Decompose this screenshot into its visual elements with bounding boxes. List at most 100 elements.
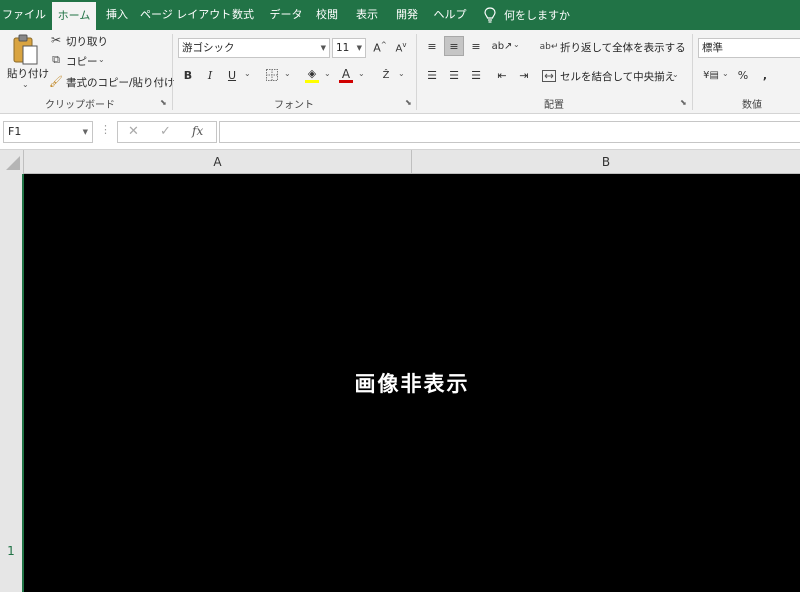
lightbulb-icon xyxy=(484,7,496,23)
formula-input[interactable] xyxy=(219,121,800,143)
insert-function-icon[interactable]: fx xyxy=(192,124,203,138)
ribbon-tab-bar: ファイル ホーム 挿入 ページ レイアウト 数式 データ 校閲 表示 開発 ヘル… xyxy=(0,0,800,30)
select-all-button[interactable] xyxy=(0,150,24,174)
cut-button[interactable]: 切り取り xyxy=(66,34,108,49)
merge-dropdown-icon[interactable]: ⌄ xyxy=(672,70,679,79)
increase-indent-button[interactable]: ⇥ xyxy=(514,65,534,85)
hidden-image-label: 画像非表示 xyxy=(354,372,470,396)
wrap-text-icon[interactable]: ab↵ xyxy=(540,38,559,56)
orientation-icon: ab↗ xyxy=(491,40,513,52)
tab-help[interactable]: ヘルプ xyxy=(430,0,470,30)
paste-icon[interactable] xyxy=(10,34,40,66)
copy-icon[interactable]: ⧉ xyxy=(49,53,63,67)
accounting-dropdown-icon[interactable]: ⌄ xyxy=(722,69,729,78)
font-color-icon: A xyxy=(341,66,351,81)
alignment-launcher-icon[interactable]: ⬊ xyxy=(680,98,687,107)
paste-dropdown-icon[interactable]: ⌄ xyxy=(22,80,29,89)
tell-me-box[interactable]: 何をしますか xyxy=(484,0,570,30)
align-right-button[interactable]: ☰ xyxy=(466,65,486,85)
paint-bucket-icon: ◈ xyxy=(307,66,317,80)
chevron-down-icon: ▼ xyxy=(82,128,88,136)
italic-button[interactable]: I xyxy=(200,65,220,85)
clipboard-group-label: クリップボード xyxy=(45,100,115,111)
fill-color-button[interactable]: ◈ xyxy=(302,65,322,85)
tell-me-label: 何をしますか xyxy=(504,9,570,22)
shrink-font-button[interactable]: Av xyxy=(391,38,411,58)
cancel-icon[interactable]: ✕ xyxy=(128,124,139,139)
scissors-icon[interactable]: ✂ xyxy=(49,33,63,47)
ribbon-home: 貼り付け ⌄ ✂ 切り取り ⧉ コピー ⌄ 🖌 書式のコピー/貼り付け クリップ… xyxy=(0,30,800,114)
font-name-value: 游ゴシック xyxy=(182,42,235,54)
font-name-combo[interactable]: 游ゴシック ▼ xyxy=(178,38,330,58)
borders-button[interactable] xyxy=(262,65,282,85)
copy-button[interactable]: コピー xyxy=(66,54,98,69)
currency-icon: ¥▤ xyxy=(703,69,719,81)
name-box[interactable]: F1 ▼ xyxy=(3,121,93,143)
column-header-a[interactable]: A xyxy=(24,150,412,174)
fill-color-swatch xyxy=(305,79,319,83)
orientation-dropdown-icon[interactable]: ⌄ xyxy=(513,40,520,49)
chevron-down-icon: ▼ xyxy=(320,44,326,52)
accounting-format-button[interactable]: ¥▤ xyxy=(698,65,724,85)
name-box-value: F1 xyxy=(8,125,22,138)
tab-home[interactable]: ホーム xyxy=(52,2,96,30)
tab-formulas[interactable]: 数式 xyxy=(226,0,260,30)
comma-style-button[interactable]: , xyxy=(755,65,775,85)
phonetic-icon: Ẑ xyxy=(382,69,390,81)
number-group-label: 数値 xyxy=(742,100,762,111)
number-format-combo[interactable]: 標準 xyxy=(698,38,800,58)
align-left-icon: ☰ xyxy=(427,68,437,82)
font-color-dropdown-icon[interactable]: ⌄ xyxy=(358,69,365,78)
tab-view[interactable]: 表示 xyxy=(350,0,384,30)
align-top-button[interactable]: ≡ xyxy=(422,36,442,56)
align-left-button[interactable]: ☰ xyxy=(422,65,442,85)
align-center-icon: ☰ xyxy=(449,68,459,82)
tab-review[interactable]: 校閲 xyxy=(310,0,344,30)
phonetic-guide-button[interactable]: Ẑ xyxy=(376,65,396,85)
font-launcher-icon[interactable]: ⬊ xyxy=(405,98,412,107)
column-header-b[interactable]: B xyxy=(412,150,800,174)
select-all-triangle-icon xyxy=(6,156,20,170)
bold-button[interactable]: B xyxy=(178,65,198,85)
font-color-button[interactable]: A xyxy=(336,65,356,85)
font-size-combo[interactable]: 11 ▼ xyxy=(332,38,366,58)
align-bottom-button[interactable]: ≡ xyxy=(466,36,486,56)
cell-f1-image-area[interactable]: 画像非表示 xyxy=(24,174,800,592)
format-painter-button[interactable]: 書式のコピー/貼り付け xyxy=(66,75,175,90)
font-size-value: 11 xyxy=(336,42,350,54)
enter-check-icon[interactable]: ✓ xyxy=(160,124,171,139)
shrink-font-icon: Av xyxy=(395,41,407,55)
fill-color-dropdown-icon[interactable]: ⌄ xyxy=(324,69,331,78)
tab-data[interactable]: データ xyxy=(266,0,306,30)
formula-bar-resize-handle[interactable]: ⋮ xyxy=(100,123,111,136)
underline-button[interactable]: U xyxy=(222,65,242,85)
merge-center-icon[interactable] xyxy=(540,67,558,85)
copy-dropdown-icon[interactable]: ⌄ xyxy=(98,55,105,64)
percent-style-button[interactable]: % xyxy=(733,65,753,85)
align-center-button[interactable]: ☰ xyxy=(444,65,464,85)
chevron-down-icon: ▼ xyxy=(356,44,362,52)
borders-icon xyxy=(266,69,278,81)
align-bottom-icon: ≡ xyxy=(471,39,481,53)
phonetic-dropdown-icon[interactable]: ⌄ xyxy=(398,69,405,78)
tab-file[interactable]: ファイル xyxy=(0,0,48,30)
tab-insert[interactable]: 挿入 xyxy=(100,0,134,30)
tab-page-layout[interactable]: ページ レイアウト xyxy=(140,0,231,30)
orientation-button[interactable]: ab↗ xyxy=(491,36,513,56)
format-painter-icon[interactable]: 🖌 xyxy=(49,74,63,88)
row-header-1[interactable]: 1 xyxy=(0,544,22,558)
align-top-icon: ≡ xyxy=(427,39,437,53)
merge-center-button[interactable]: セルを結合して中央揃え xyxy=(560,69,675,84)
grow-font-icon: A^ xyxy=(373,41,387,55)
clipboard-launcher-icon[interactable]: ⬊ xyxy=(160,98,167,107)
align-middle-button[interactable]: ≡ xyxy=(444,36,464,56)
paste-button[interactable]: 貼り付け xyxy=(7,66,49,81)
grow-font-button[interactable]: A^ xyxy=(370,38,390,58)
decrease-indent-button[interactable]: ⇤ xyxy=(492,65,512,85)
align-middle-icon: ≡ xyxy=(449,39,459,53)
wrap-text-button[interactable]: 折り返して全体を表示する xyxy=(560,40,686,55)
tab-developer[interactable]: 開発 xyxy=(390,0,424,30)
decrease-indent-icon: ⇤ xyxy=(497,68,507,82)
underline-dropdown-icon[interactable]: ⌄ xyxy=(244,69,251,78)
borders-dropdown-icon[interactable]: ⌄ xyxy=(284,69,291,78)
